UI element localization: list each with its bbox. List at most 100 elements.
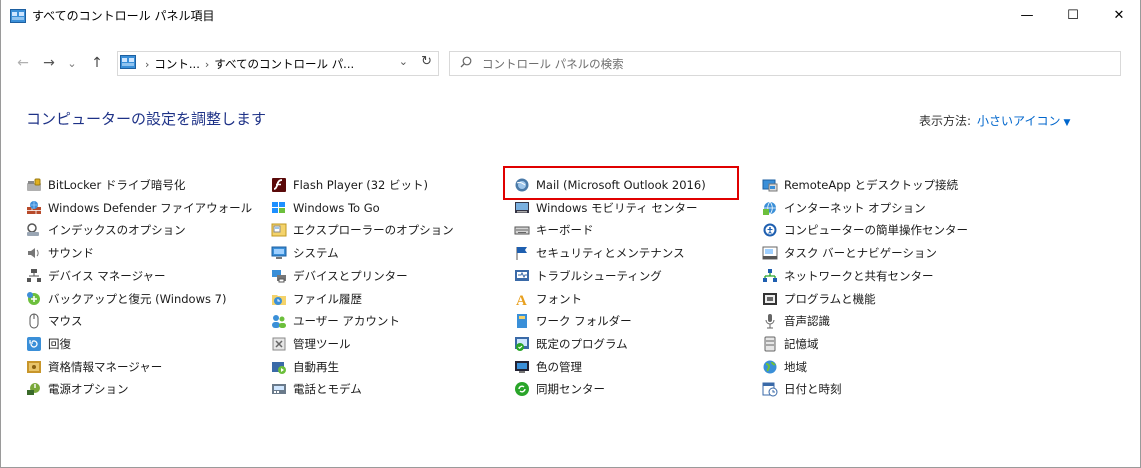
control-panel-item[interactable]: コンピューターの簡単操作センター bbox=[762, 220, 968, 240]
control-panel-item-label: デバイスとプリンター bbox=[293, 268, 408, 283]
control-panel-item[interactable]: 管理ツール bbox=[271, 334, 351, 354]
control-panel-item-label: 色の管理 bbox=[536, 359, 582, 374]
control-panel-item[interactable]: ファイル履歴 bbox=[271, 289, 362, 309]
control-panel-item[interactable]: デバイスとプリンター bbox=[271, 266, 408, 286]
control-panel-item[interactable]: Windows Defender ファイアウォール bbox=[26, 198, 252, 218]
breadcrumb-control-panel[interactable]: コント... bbox=[154, 57, 199, 71]
internet-options-icon bbox=[762, 200, 778, 216]
printer-icon bbox=[271, 268, 287, 284]
control-panel-item[interactable]: BitLocker ドライブ暗号化 bbox=[26, 175, 185, 195]
control-panel-item-label: 自動再生 bbox=[293, 359, 339, 374]
address-dropdown-button[interactable]: ⌄ bbox=[399, 55, 408, 68]
region-icon bbox=[762, 359, 778, 375]
forward-button[interactable]: → bbox=[37, 48, 61, 78]
explorer-options-icon bbox=[271, 222, 287, 238]
breadcrumb: › コント... › すべてのコントロール パ... bbox=[140, 56, 354, 72]
control-panel-item[interactable]: Flash Player (32 ビット) bbox=[271, 175, 428, 195]
clock-icon bbox=[762, 381, 778, 397]
window-title: すべてのコントロール パネル項目 bbox=[32, 9, 215, 23]
control-panel-item[interactable]: 地域 bbox=[762, 357, 807, 377]
control-panel-item[interactable]: 色の管理 bbox=[514, 357, 582, 377]
control-panel-icon bbox=[10, 8, 26, 23]
indexing-icon bbox=[26, 222, 42, 238]
control-panel-item[interactable]: Windows モビリティ センター bbox=[514, 198, 697, 218]
control-panel-item[interactable]: ユーザー アカウント bbox=[271, 311, 400, 331]
control-panel-item[interactable]: タスク バーとナビゲーション bbox=[762, 243, 937, 263]
control-panel-item[interactable]: プログラムと機能 bbox=[762, 289, 876, 309]
control-panel-item-label: インターネット オプション bbox=[784, 200, 926, 215]
credential-icon bbox=[26, 359, 42, 375]
control-panel-item[interactable]: バックアップと復元 (Windows 7) bbox=[26, 289, 226, 309]
file-history-icon bbox=[271, 291, 287, 307]
control-panel-item[interactable]: インターネット オプション bbox=[762, 198, 926, 218]
search-box[interactable]: コントロール パネルの検索 bbox=[449, 51, 1121, 76]
maximize-button[interactable]: ☐ bbox=[1050, 0, 1096, 31]
control-panel-item-label: RemoteApp とデスクトップ接続 bbox=[784, 178, 958, 192]
control-panel-item[interactable]: RemoteApp とデスクトップ接続 bbox=[762, 175, 958, 195]
control-panel-item-label: エクスプローラーのオプション bbox=[293, 223, 454, 238]
control-panel-item[interactable]: 自動再生 bbox=[271, 357, 339, 377]
storage-icon bbox=[762, 336, 778, 352]
power-icon bbox=[26, 381, 42, 397]
control-panel-item[interactable]: Windows To Go bbox=[271, 198, 380, 218]
control-panel-item-label: 電話とモデム bbox=[293, 382, 362, 397]
search-icon bbox=[460, 56, 472, 71]
taskbar-icon bbox=[762, 245, 778, 261]
control-panel-item-label: タスク バーとナビゲーション bbox=[784, 246, 937, 261]
address-row: ← → ⌄ ↑ › コント... › すべてのコントロール パ... ⌄ ↻ コントロ… bbox=[1, 48, 1141, 78]
control-panel-item[interactable]: 既定のプログラム bbox=[514, 334, 628, 354]
control-panel-item[interactable]: システム bbox=[271, 243, 339, 263]
close-button[interactable]: ✕ bbox=[1096, 0, 1141, 31]
breadcrumb-separator[interactable]: › bbox=[205, 58, 209, 71]
view-by-dropdown[interactable]: 小さいアイコン bbox=[977, 114, 1060, 128]
recent-locations-button[interactable]: ⌄ bbox=[63, 48, 81, 78]
breadcrumb-separator[interactable]: › bbox=[145, 58, 149, 71]
control-panel-item[interactable]: インデックスのオプション bbox=[26, 220, 186, 240]
control-panel-item-label: バックアップと復元 (Windows 7) bbox=[48, 291, 227, 306]
control-panel-item-label: 既定のプログラム bbox=[536, 336, 628, 351]
control-panel-item-label: Windows To Go bbox=[293, 200, 380, 215]
control-panel-item[interactable]: ワーク フォルダー bbox=[514, 311, 632, 331]
control-panel-item[interactable]: 日付と時刻 bbox=[762, 379, 842, 399]
control-panel-item[interactable]: 電話とモデム bbox=[271, 379, 362, 399]
system-icon bbox=[271, 245, 287, 261]
control-panel-item-label: 音声認識 bbox=[784, 314, 830, 329]
control-panel-item[interactable]: デバイス マネージャー bbox=[26, 266, 166, 286]
modem-icon bbox=[271, 381, 287, 397]
control-panel-item[interactable]: 音声認識 bbox=[762, 311, 830, 331]
control-panel-item[interactable]: 電源オプション bbox=[26, 379, 129, 399]
control-panel-item[interactable]: 記憶域 bbox=[762, 334, 819, 354]
mobility-icon bbox=[514, 200, 530, 216]
control-panel-item[interactable]: 資格情報マネージャー bbox=[26, 357, 162, 377]
up-button[interactable]: ↑ bbox=[85, 48, 109, 78]
control-panel-item-label: マウス bbox=[48, 314, 83, 329]
control-panel-item[interactable]: A フォント bbox=[514, 289, 582, 309]
back-button[interactable]: ← bbox=[11, 48, 35, 78]
control-panel-item[interactable]: 回復 bbox=[26, 334, 71, 354]
control-panel-item-label: トラブルシューティング bbox=[536, 268, 662, 283]
flag-icon bbox=[514, 245, 530, 261]
control-panel-item[interactable]: エクスプローラーのオプション bbox=[271, 220, 454, 240]
window-controls: — ☐ ✕ bbox=[1004, 0, 1141, 31]
dropdown-caret-icon[interactable]: ▼ bbox=[1063, 118, 1070, 128]
recovery-icon bbox=[26, 336, 42, 352]
ease-of-access-icon bbox=[762, 222, 778, 238]
bitlocker-icon bbox=[26, 177, 42, 193]
minimize-button[interactable]: — bbox=[1004, 0, 1050, 31]
address-bar[interactable]: › コント... › すべてのコントロール パ... ⌄ ↻ bbox=[117, 51, 439, 76]
search-input[interactable]: コントロール パネルの検索 bbox=[482, 56, 624, 72]
control-panel-item-label: 同期センター bbox=[536, 382, 605, 397]
breadcrumb-all-items[interactable]: すべてのコントロール パ... bbox=[214, 57, 354, 71]
refresh-button[interactable]: ↻ bbox=[421, 54, 432, 69]
control-panel-item[interactable]: ネットワークと共有センター bbox=[762, 266, 934, 286]
control-panel-item[interactable]: セキュリティとメンテナンス bbox=[514, 243, 685, 263]
control-panel-item[interactable]: 同期センター bbox=[514, 379, 605, 399]
control-panel-item[interactable]: サウンド bbox=[26, 243, 94, 263]
control-panel-item-label: コンピューターの簡単操作センター bbox=[784, 223, 968, 238]
control-panel-item[interactable]: トラブルシューティング bbox=[514, 266, 662, 286]
autoplay-icon bbox=[271, 359, 287, 375]
control-panel-item[interactable]: マウス bbox=[26, 311, 83, 331]
control-panel-item-label: セキュリティとメンテナンス bbox=[536, 246, 685, 261]
control-panel-item[interactable]: キーボード bbox=[514, 220, 594, 240]
network-icon bbox=[762, 268, 778, 284]
